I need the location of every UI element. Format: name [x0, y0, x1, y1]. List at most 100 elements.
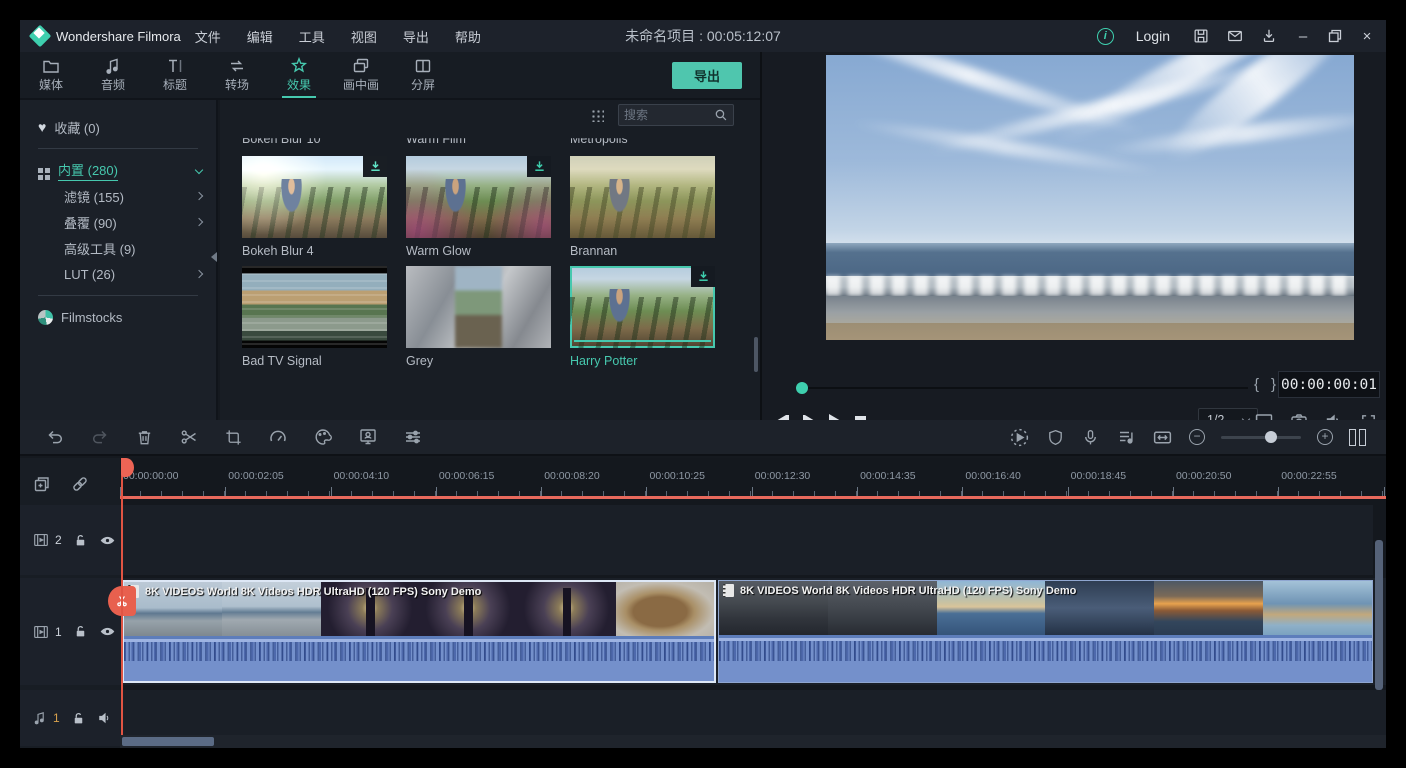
menu-help[interactable]: 帮助: [455, 27, 481, 46]
panel-layout-toggle[interactable]: [1349, 429, 1366, 446]
close-button[interactable]: ×: [1358, 28, 1376, 45]
fit-timeline-button[interactable]: [1152, 427, 1173, 448]
grid-icon: [38, 168, 43, 173]
info-icon[interactable]: i: [1097, 28, 1114, 45]
shield-button[interactable]: [1046, 428, 1065, 447]
tab-titles[interactable]: 标题: [144, 52, 206, 98]
download-center-button[interactable]: [1260, 27, 1278, 45]
search-input[interactable]: [624, 108, 714, 122]
feedback-mail-button[interactable]: [1226, 27, 1244, 45]
menu-tools[interactable]: 工具: [299, 27, 325, 46]
effect-card-bokeh-blur-4[interactable]: Bokeh Blur 4: [242, 156, 387, 258]
sidebar-item-lut[interactable]: LUT (26): [38, 261, 216, 287]
search-box[interactable]: [618, 104, 734, 126]
mute-track-icon[interactable]: [97, 710, 113, 726]
divider: [38, 295, 198, 296]
effects-grid-panel: Bokeh Blur 10 Warm Film Metropolis Bokeh…: [220, 100, 760, 435]
toggle-visibility-icon[interactable]: [99, 532, 116, 549]
tab-effects[interactable]: 效果: [268, 52, 330, 98]
zoom-slider-handle[interactable]: [1265, 431, 1277, 443]
download-badge-icon: [363, 156, 387, 177]
video-track-icon: [32, 623, 50, 641]
hscrollbar-thumb[interactable]: [122, 737, 214, 746]
effect-card-bad-tv-signal[interactable]: Bad TV Signal: [242, 266, 387, 368]
audio-mixer-button[interactable]: [1116, 427, 1136, 447]
effect-card-harry-potter[interactable]: Harry Potter: [570, 266, 715, 368]
seek-bar[interactable]: [802, 387, 1248, 389]
effect-label[interactable]: Warm Film: [406, 132, 551, 146]
minimize-button[interactable]: –: [1294, 28, 1312, 45]
sidebar-item-filters[interactable]: 滤镜 (155): [38, 183, 216, 209]
crop-button[interactable]: [224, 428, 243, 447]
effect-label[interactable]: Metropolis: [570, 132, 715, 146]
effect-card-warm-glow[interactable]: Warm Glow: [406, 156, 551, 258]
chevron-right-icon: [195, 192, 203, 200]
collapse-panel-arrow[interactable]: [211, 252, 217, 262]
menu-file[interactable]: 文件: [195, 27, 221, 46]
motion-tracking-button[interactable]: [358, 427, 378, 447]
login-button[interactable]: Login: [1136, 28, 1170, 44]
track-header-video-1[interactable]: 1: [20, 578, 120, 685]
sidebar-item-builtin[interactable]: 内置 (280): [38, 157, 216, 183]
filmstocks-icon: [38, 310, 53, 325]
export-button[interactable]: 导出: [672, 62, 742, 89]
timeline-ruler[interactable]: 00:00:00:00 00:00:02:05 00:00:04:10 00:0…: [120, 458, 1386, 499]
sidebar-item-filmstocks[interactable]: Filmstocks: [38, 304, 216, 330]
toggle-visibility-icon[interactable]: [99, 623, 116, 640]
color-palette-button[interactable]: [313, 427, 333, 447]
lock-track-icon[interactable]: [73, 533, 88, 548]
add-track-button[interactable]: [32, 474, 52, 494]
mark-out-button[interactable]: }: [1271, 376, 1276, 393]
lock-track-icon[interactable]: [73, 624, 88, 639]
effect-card-brannan[interactable]: Brannan: [570, 156, 715, 258]
tab-transitions[interactable]: 转场: [206, 52, 268, 98]
effects-row-1: Bokeh Blur 4 Warm Glow Brannan: [242, 156, 760, 258]
tab-media[interactable]: 媒体: [20, 52, 82, 98]
save-project-button[interactable]: [1192, 27, 1210, 45]
delete-button[interactable]: [135, 428, 154, 447]
record-voiceover-button[interactable]: [1081, 428, 1100, 447]
mark-in-button[interactable]: {: [1254, 376, 1259, 393]
effects-scrollbar[interactable]: [754, 337, 758, 372]
timeline-hscrollbar[interactable]: [120, 735, 1386, 748]
sidebar-item-overlays[interactable]: 叠覆 (90): [38, 209, 216, 235]
zoom-out-button[interactable]: −: [1189, 429, 1205, 445]
sidebar-item-advanced-tools[interactable]: 高级工具 (9): [38, 235, 216, 261]
link-clips-button[interactable]: [70, 474, 90, 494]
track-video-1[interactable]: 8K VIDEOS World 8K Videos HDR UltraHD (1…: [120, 578, 1386, 685]
effect-label[interactable]: Bokeh Blur 10: [242, 132, 387, 146]
track-video-2[interactable]: [120, 505, 1373, 575]
timeline-vscrollbar[interactable]: [1375, 540, 1383, 690]
preview-video[interactable]: [826, 55, 1354, 340]
timeline-clip-2[interactable]: 8K VIDEOS World 8K Videos HDR UltraHD (1…: [718, 580, 1373, 683]
tab-split-screen[interactable]: 分屏: [392, 52, 454, 98]
adjust-sliders-button[interactable]: [403, 427, 423, 447]
track-header-video-2[interactable]: 2: [20, 505, 120, 575]
render-preview-button[interactable]: [1009, 427, 1030, 448]
project-title: 未命名项目 : 00:05:12:07: [625, 26, 781, 46]
effect-card-grey[interactable]: Grey: [406, 266, 551, 368]
redo-button[interactable]: [90, 427, 110, 447]
timeline-zoom-slider[interactable]: [1221, 436, 1301, 439]
sidebar-item-favorites[interactable]: ♥ 收藏 (0): [38, 114, 216, 140]
clip-audio-waveform: [124, 639, 714, 681]
search-icon: [714, 108, 728, 122]
tab-audio[interactable]: 音频: [82, 52, 144, 98]
menu-edit[interactable]: 编辑: [247, 27, 273, 46]
lock-track-icon[interactable]: [71, 711, 86, 726]
playhead-line[interactable]: [121, 458, 123, 735]
timeline-clip-1-selected[interactable]: 8K VIDEOS World 8K Videos HDR UltraHD (1…: [122, 580, 716, 683]
track-header-audio-1[interactable]: 1: [20, 690, 120, 746]
grid-view-icon[interactable]: [591, 109, 604, 122]
menu-view[interactable]: 视图: [351, 27, 377, 46]
tab-pip[interactable]: 画中画: [330, 52, 392, 98]
zoom-in-button[interactable]: +: [1317, 429, 1333, 445]
split-scissors-button[interactable]: [179, 427, 199, 447]
undo-button[interactable]: [45, 427, 65, 447]
restore-button[interactable]: [1328, 29, 1342, 43]
preview-wet-sand: [826, 296, 1354, 323]
clip-label: 8K VIDEOS World 8K Videos HDR UltraHD (1…: [128, 585, 481, 598]
menu-export[interactable]: 导出: [403, 27, 429, 46]
speed-button[interactable]: [268, 427, 288, 447]
seek-handle[interactable]: [796, 382, 808, 394]
